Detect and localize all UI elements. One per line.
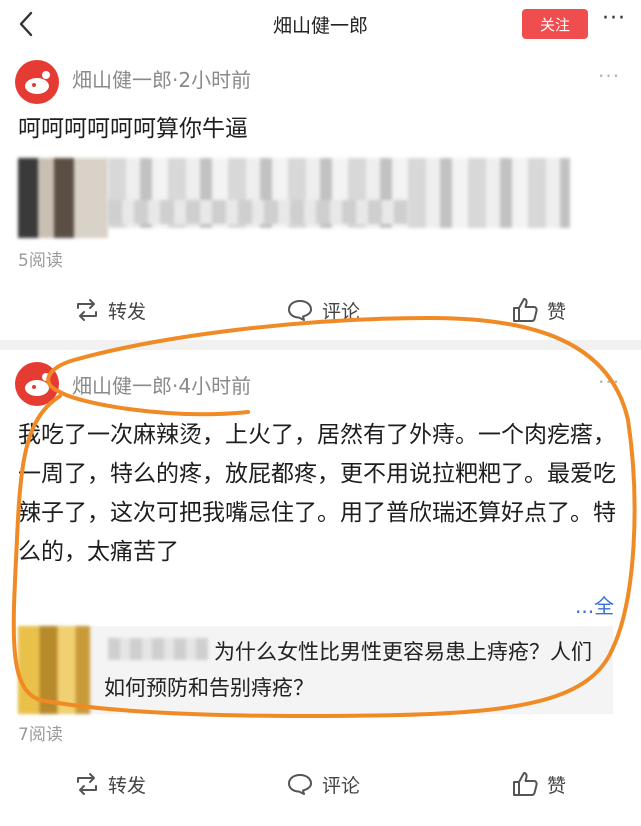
post-card: 畑山健一郎·2小时前 ··· 呵呵呵呵呵呵算你牛逼 5阅读 转发 评论 赞 [0, 50, 641, 340]
avatar[interactable] [15, 362, 59, 406]
comment-label: 评论 [322, 774, 361, 797]
pixelated-thumbnail [18, 626, 90, 714]
read-count: 5阅读 [18, 251, 63, 271]
post-more-icon[interactable]: ··· [598, 370, 620, 394]
repost-label: 转发 [108, 774, 147, 797]
comment-button[interactable]: 评论 [286, 290, 360, 330]
comment-button[interactable]: 评论 [286, 764, 360, 804]
comment-icon [288, 774, 312, 795]
post-text: 呵呵呵呵呵呵算你牛逼 [18, 116, 248, 142]
top-bar: 畑山健一郎 关注 ··· [0, 0, 641, 51]
avatar[interactable] [15, 60, 59, 104]
like-button[interactable]: 赞 [511, 764, 566, 804]
follow-button[interactable]: 关注 [522, 9, 588, 39]
action-bar: 转发 评论 赞 [0, 290, 641, 330]
comment-icon [288, 300, 312, 321]
like-icon [513, 772, 538, 796]
more-icon[interactable]: ··· [596, 6, 632, 36]
shared-article-card[interactable]: 为什么女性比男性更容易患上痔疮？人们如何预防和告别痔疮？ [18, 626, 613, 714]
pixelated-image [18, 158, 108, 238]
repost-label: 转发 [108, 300, 147, 323]
author-name[interactable]: 畑山健一郎 [72, 68, 172, 92]
like-label: 赞 [547, 774, 567, 797]
weibo-avatar-icon [25, 71, 50, 94]
back-arrow-icon[interactable] [12, 10, 40, 38]
post-divider [0, 340, 641, 350]
post-time: ·2小时前 [172, 68, 252, 92]
post-time: ·4小时前 [172, 374, 252, 398]
pixelated-caption [108, 200, 408, 224]
like-icon [513, 298, 538, 322]
repost-button[interactable]: 转发 [74, 290, 146, 330]
repost-icon [77, 299, 97, 321]
like-label: 赞 [547, 300, 567, 323]
action-bar: 转发 评论 赞 [0, 764, 641, 804]
post-author[interactable]: 畑山健一郎·2小时前 [72, 64, 251, 93]
like-button[interactable]: 赞 [511, 290, 566, 330]
shared-article-title: 为什么女性比男性更容易患上痔疮？人们如何预防和告别痔疮？ [104, 640, 592, 700]
read-count: 7阅读 [18, 725, 63, 745]
post-text: 我吃了一次麻辣烫，上火了，居然有了外痔。一个肉疙瘩，一周了，特么的疼，放屁都疼，… [18, 422, 616, 565]
post-card: 畑山健一郎·4小时前 ··· 我吃了一次麻辣烫，上火了，居然有了外痔。一个肉疙瘩… [0, 350, 641, 826]
expand-link[interactable]: ...全 [575, 590, 614, 619]
post-author[interactable]: 畑山健一郎·4小时前 [72, 370, 251, 399]
repost-icon [77, 773, 97, 795]
weibo-avatar-icon [25, 373, 50, 396]
post-more-icon[interactable]: ··· [598, 64, 620, 88]
repost-button[interactable]: 转发 [74, 764, 146, 804]
comment-label: 评论 [322, 300, 361, 323]
author-name[interactable]: 畑山健一郎 [72, 374, 172, 398]
